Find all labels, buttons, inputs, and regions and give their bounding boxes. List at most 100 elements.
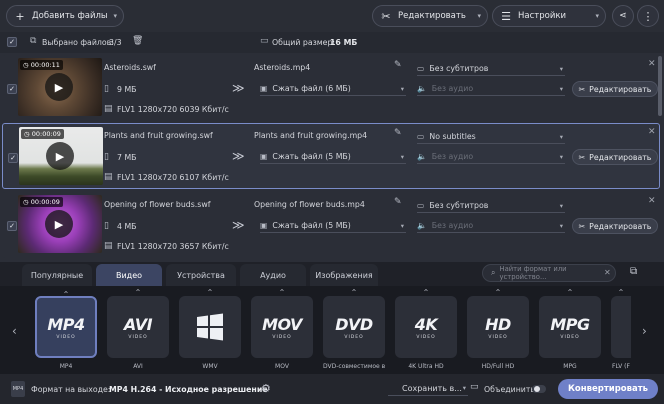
tab-devices[interactable]: Устройства: [166, 264, 236, 286]
format-mov[interactable]: ⌃ MOV VIDEO: [251, 288, 313, 358]
source-file-info: FLV1 1280x720 6107 Кбит/с: [117, 173, 229, 182]
audio-select[interactable]: 🔈 Без аудио ▾: [417, 219, 565, 233]
chevron-down-icon: ▾: [559, 221, 563, 230]
format-caption: HD/Full HD: [481, 363, 515, 370]
output-format-icon[interactable]: MP4: [11, 381, 25, 397]
file-row[interactable]: ✓ ◷ 00:00:11 ▶ Asteroids.swf ▯ 9 МБ ▤ FL…: [2, 55, 660, 121]
subtitles-select[interactable]: ▭ No subtitles ▾: [417, 130, 565, 144]
tab-audio[interactable]: Аудио: [240, 264, 306, 286]
formats-panel: ‹ ⌃ MP4 VIDEO MP4 ⌃ AVI VIDEO AVI ⌃ WMV …: [0, 286, 664, 374]
search-clear-icon[interactable]: ✕: [604, 268, 611, 277]
subtitles-select[interactable]: ▭ Без субтитров ▾: [417, 62, 565, 76]
format-caption: FLV (F: [612, 363, 630, 370]
gear-icon[interactable]: ⚙: [261, 382, 271, 395]
file-list: ✓ ◷ 00:00:11 ▶ Asteroids.swf ▯ 9 МБ ▤ FL…: [0, 54, 664, 260]
subtitles-value: No subtitles: [429, 132, 476, 141]
tab-video[interactable]: Видео: [96, 264, 162, 286]
format-sub: VIDEO: [344, 334, 364, 340]
subtitles-select[interactable]: ▭ Без субтитров ▾: [417, 199, 565, 213]
video-thumbnail[interactable]: ◷ 00:00:11 ▶: [18, 58, 102, 116]
add-files-button[interactable]: + Добавить файлы ▾: [6, 5, 124, 27]
chevron-right-icon[interactable]: ›: [642, 324, 647, 338]
chevron-down-icon: ▾: [595, 12, 599, 20]
row-checkbox[interactable]: ✓: [8, 153, 18, 163]
tab-images[interactable]: Изображения: [310, 264, 378, 286]
share-button[interactable]: ⋖: [612, 5, 634, 27]
edit-file-button[interactable]: ✂ Редактировать: [572, 149, 658, 165]
format-caption: MOV: [275, 363, 289, 370]
format-avi[interactable]: ⌃ AVI VIDEO: [107, 288, 169, 358]
toggle-knob: [534, 386, 540, 392]
compress-select[interactable]: ▣ Сжать файл (6 МБ) ▾: [260, 82, 406, 96]
format-mp4[interactable]: ⌃ MP4 VIDEO: [35, 290, 97, 358]
file-row[interactable]: ✓ ◷ 00:00:09 ▶ Opening of flower buds.sw…: [2, 192, 660, 258]
chevron-up-icon: ⌃: [566, 288, 574, 297]
chevron-left-icon[interactable]: ‹: [12, 324, 17, 338]
format-dvd[interactable]: ⌃ DVD VIDEO: [323, 288, 385, 358]
format-mpg[interactable]: ⌃ MPG VIDEO: [539, 288, 601, 358]
chevron-down-icon: ▾: [559, 132, 563, 141]
scissors-icon: ✂: [578, 152, 586, 162]
tab-label: Аудио: [260, 270, 286, 280]
edit-button[interactable]: ✂ Редактировать ▾: [372, 5, 488, 27]
format-flv[interactable]: ⌃: [611, 288, 631, 358]
rename-pencil-icon[interactable]: ✎: [394, 60, 402, 70]
merge-toggle[interactable]: [532, 385, 546, 393]
subtitles-icon: ▭: [417, 201, 425, 210]
film-icon: ▤: [104, 241, 113, 251]
edit-file-button[interactable]: ✂ Редактировать: [572, 81, 658, 97]
format-sub: VIDEO: [560, 334, 580, 340]
video-thumbnail[interactable]: ◷ 00:00:09 ▶: [19, 127, 103, 185]
output-file-name: Opening of flower buds.mp4: [254, 200, 365, 209]
file-icon: ▯: [104, 221, 109, 231]
chevron-up-icon: ⌃: [134, 288, 142, 297]
format-wmv[interactable]: ⌃: [179, 288, 241, 358]
folder-icon[interactable]: ▭: [470, 382, 479, 392]
clock-icon: ◷: [23, 61, 29, 69]
plus-icon: +: [15, 9, 25, 23]
edit-file-button[interactable]: ✂ Редактировать: [572, 218, 658, 234]
close-icon[interactable]: ✕: [648, 196, 656, 206]
selected-files-count: 3/3: [109, 38, 122, 47]
tab-popular[interactable]: Популярные: [22, 264, 92, 286]
edit-label: Редактировать: [398, 11, 466, 21]
row-checkbox[interactable]: ✓: [7, 221, 17, 231]
format-4k[interactable]: ⌃ 4K VIDEO: [395, 288, 457, 358]
convert-button[interactable]: Конвертировать: [558, 379, 658, 399]
audio-select[interactable]: 🔈 Без аудио ▾: [417, 150, 565, 164]
play-icon[interactable]: ▶: [45, 210, 73, 238]
play-icon[interactable]: ▶: [46, 142, 74, 170]
settings-button[interactable]: ☰ Настройки ▾: [492, 5, 606, 27]
source-file-size: 9 МБ: [117, 85, 137, 94]
chevron-down-icon: ▾: [559, 84, 563, 93]
rename-pencil-icon[interactable]: ✎: [394, 128, 402, 138]
trash-icon[interactable]: 🗑: [132, 36, 143, 46]
tab-label: Изображения: [315, 270, 373, 280]
menu-button[interactable]: ⋮: [637, 5, 659, 27]
subtitles-value: Без субтитров: [429, 201, 489, 210]
add-device-icon[interactable]: ⧉: [630, 266, 637, 277]
play-icon[interactable]: ▶: [45, 73, 73, 101]
video-thumbnail[interactable]: ◷ 00:00:09 ▶: [18, 195, 102, 253]
convert-arrow-icon: ≫: [232, 149, 245, 163]
files-info-bar: ✓ ⧉ Выбрано файлов: 3/3 🗑 ▭ Общий размер…: [0, 32, 664, 53]
file-row[interactable]: ✓ ◷ 00:00:09 ▶ Plants and fruit growing.…: [2, 123, 660, 189]
merge-label: Объединить:: [484, 385, 538, 394]
compress-select[interactable]: ▣ Сжать файл (5 МБ) ▾: [260, 219, 406, 233]
select-all-checkbox[interactable]: ✓: [7, 37, 17, 47]
close-icon[interactable]: ✕: [648, 59, 656, 69]
save-to-select[interactable]: Сохранить в... ▾: [388, 382, 468, 396]
compress-select[interactable]: ▣ Сжать файл (5 МБ) ▾: [260, 150, 406, 164]
format-hd[interactable]: ⌃ HD VIDEO: [467, 288, 529, 358]
format-caption: DVD-совместимое в...: [323, 363, 385, 370]
file-list-scrollbar[interactable]: [658, 56, 662, 116]
audio-value: Без аудио: [431, 152, 474, 161]
format-sub: VIDEO: [56, 334, 76, 340]
compress-value: Сжать файл (5 МБ): [272, 152, 351, 161]
audio-select[interactable]: 🔈 Без аудио ▾: [417, 82, 565, 96]
output-format-value[interactable]: MP4 H.264 - Исходное разрешение: [109, 385, 268, 394]
close-icon[interactable]: ✕: [648, 127, 656, 137]
row-checkbox[interactable]: ✓: [7, 84, 17, 94]
rename-pencil-icon[interactable]: ✎: [394, 197, 402, 207]
format-search[interactable]: ⌕ Найти формат или устройство...: [482, 264, 616, 282]
